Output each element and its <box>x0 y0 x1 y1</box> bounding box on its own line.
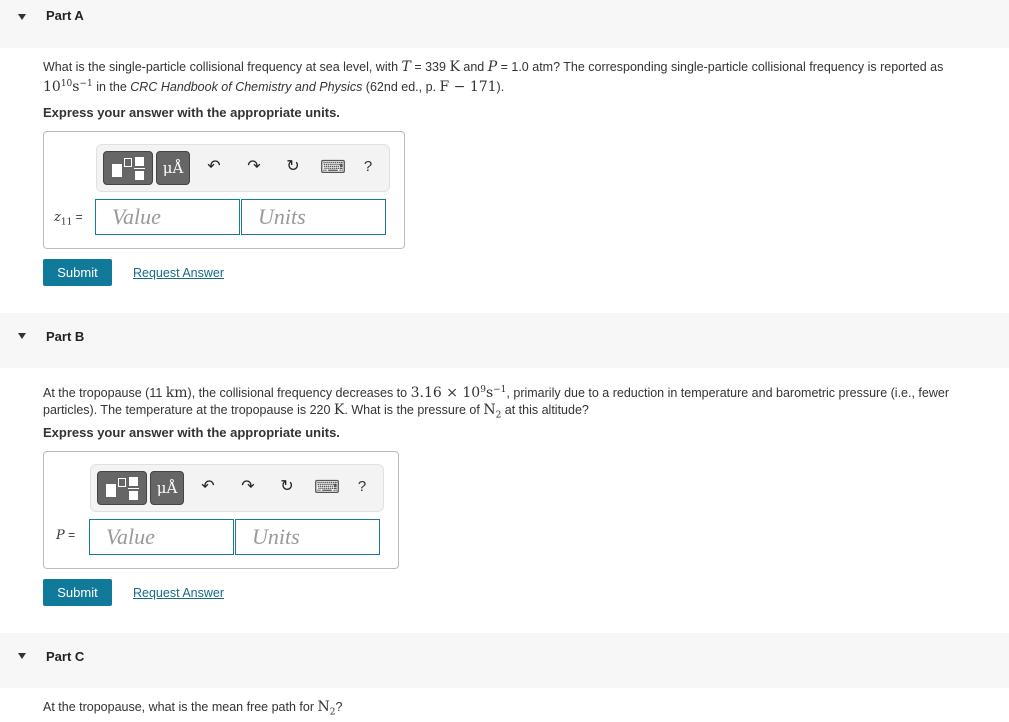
units-button[interactable]: μÅ <box>156 151 190 185</box>
collapse-triangle-icon[interactable] <box>18 653 26 659</box>
request-answer-link[interactable]: Request Answer <box>133 266 224 280</box>
keyboard-icon[interactable]: ⌨ <box>314 475 340 499</box>
submit-button[interactable]: Submit <box>43 579 112 606</box>
part-a-header[interactable]: Part A <box>0 0 1009 48</box>
part-c-label: Part C <box>46 649 85 664</box>
templates-button[interactable] <box>103 151 153 185</box>
math-toolbar: μÅ ↶ ↷ ↻ ⌨ ? <box>96 144 390 192</box>
part-c-header[interactable]: Part C <box>0 633 1009 688</box>
keyboard-icon[interactable]: ⌨ <box>320 155 346 179</box>
units-input[interactable] <box>235 519 380 555</box>
templates-button[interactable] <box>97 471 147 505</box>
part-b-label: Part B <box>46 329 85 344</box>
redo-icon[interactable]: ↷ <box>237 475 259 499</box>
part-b-answer-box: μÅ ↶ ↷ ↻ ⌨ ? P = <box>43 451 399 569</box>
collapse-triangle-icon[interactable] <box>18 333 26 339</box>
part-a-answer-box: μÅ ↶ ↷ ↻ ⌨ ? z11 = <box>43 131 405 249</box>
undo-icon[interactable]: ↶ <box>197 475 219 499</box>
reset-icon[interactable]: ↻ <box>276 475 298 499</box>
variable-label-z11: z11 = <box>54 210 83 228</box>
value-input[interactable] <box>95 199 240 235</box>
reset-icon[interactable]: ↻ <box>282 155 304 179</box>
part-a-label: Part A <box>46 8 84 23</box>
units-input[interactable] <box>241 199 386 235</box>
units-button[interactable]: μÅ <box>150 471 184 505</box>
help-icon[interactable]: ? <box>351 475 373 499</box>
submit-button[interactable]: Submit <box>43 259 112 286</box>
redo-icon[interactable]: ↷ <box>243 155 265 179</box>
math-toolbar: μÅ ↶ ↷ ↻ ⌨ ? <box>90 464 384 512</box>
collapse-triangle-icon[interactable] <box>18 14 26 20</box>
part-b-instructions: Express your answer with the appropriate… <box>43 425 340 440</box>
part-b-question: At the tropopause (11 km), the collision… <box>43 385 949 421</box>
part-a-instructions: Express your answer with the appropriate… <box>43 105 340 120</box>
value-input[interactable] <box>89 519 234 555</box>
part-a-question: What is the single-particle collisional … <box>43 59 944 96</box>
part-c-question: At the tropopause, what is the mean free… <box>43 699 343 718</box>
undo-icon[interactable]: ↶ <box>203 155 225 179</box>
request-answer-link[interactable]: Request Answer <box>133 586 224 600</box>
variable-label-p: P = <box>56 528 76 543</box>
help-icon[interactable]: ? <box>357 155 379 179</box>
part-b-header[interactable]: Part B <box>0 313 1009 368</box>
